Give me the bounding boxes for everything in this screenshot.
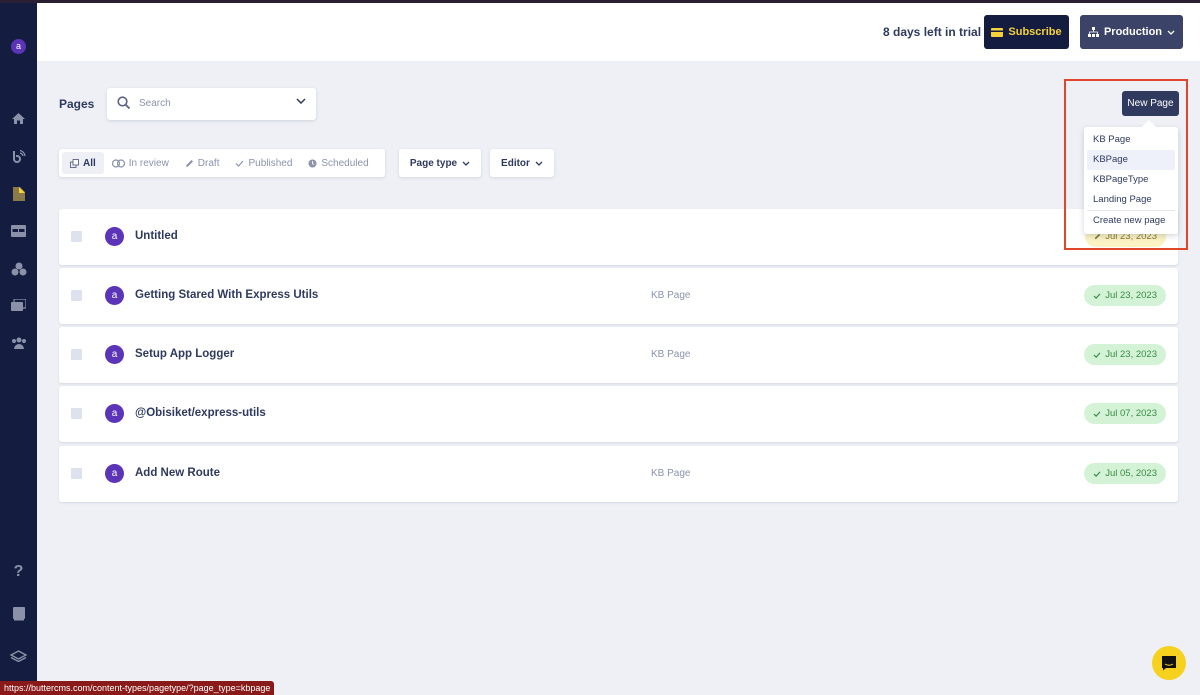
sidebar: a ? xyxy=(0,3,37,695)
environment-dropdown[interactable]: Production xyxy=(1080,15,1183,49)
status-filter-tabs: All In review Draft Published Scheduled xyxy=(59,149,385,177)
table-row[interactable]: a Add New Route KB Page Jul 05, 2023 xyxy=(59,446,1178,502)
page-type-text: KB Page xyxy=(651,290,691,301)
status-badge: Jul 05, 2023 xyxy=(1084,463,1166,484)
tab-draft[interactable]: Draft xyxy=(177,152,228,174)
copy-icon xyxy=(70,158,79,168)
chat-launcher-button[interactable] xyxy=(1152,646,1186,680)
subscribe-button[interactable]: Subscribe xyxy=(984,15,1069,49)
review-icon xyxy=(111,158,125,168)
clock-icon xyxy=(308,159,317,167)
link-preview-statusbar: https://buttercms.com/content-types/page… xyxy=(0,681,275,695)
row-checkbox[interactable] xyxy=(71,468,82,479)
author-avatar: a xyxy=(105,404,124,423)
check-icon xyxy=(1093,292,1101,299)
chevron-down-icon xyxy=(462,161,470,166)
page-title-text[interactable]: @Obisiket/express-utils xyxy=(135,407,266,419)
editor-dropdown[interactable]: Editor xyxy=(490,149,554,177)
search-placeholder: Search xyxy=(139,98,171,109)
layers-icon[interactable] xyxy=(9,646,28,665)
page-title-text[interactable]: Setup App Logger xyxy=(135,348,234,360)
status-badge: Jul 23, 2023 xyxy=(1084,285,1166,306)
collections-icon[interactable] xyxy=(9,221,28,240)
pages-icon[interactable] xyxy=(9,184,28,203)
page-title-text[interactable]: Untitled xyxy=(135,230,178,242)
new-page-menu: KB Page KBPage KBPageType Landing Page C… xyxy=(1084,127,1178,234)
search-input[interactable]: Search xyxy=(107,88,316,120)
home-icon[interactable] xyxy=(9,109,28,128)
tab-scheduled[interactable]: Scheduled xyxy=(300,152,376,174)
tab-all[interactable]: All xyxy=(62,152,104,174)
author-avatar: a xyxy=(105,286,124,305)
media-icon[interactable] xyxy=(9,296,28,315)
tab-in-review[interactable]: In review xyxy=(104,152,177,174)
blog-icon[interactable] xyxy=(9,147,28,166)
menu-item-kbpage[interactable]: KBPage xyxy=(1087,150,1175,170)
menu-item-create-new-page[interactable]: Create new page xyxy=(1087,211,1175,231)
components-icon[interactable] xyxy=(9,259,28,278)
author-avatar: a xyxy=(105,464,124,483)
tab-published[interactable]: Published xyxy=(227,152,300,174)
account-avatar[interactable]: a xyxy=(11,39,26,54)
row-checkbox[interactable] xyxy=(71,290,82,301)
check-icon xyxy=(1093,470,1101,477)
page-title-text[interactable]: Add New Route xyxy=(135,467,220,479)
row-checkbox[interactable] xyxy=(71,349,82,360)
subscribe-label: Subscribe xyxy=(1008,26,1062,38)
sitemap-icon xyxy=(1087,27,1099,37)
help-icon[interactable]: ? xyxy=(9,562,28,581)
check-icon xyxy=(1093,351,1101,358)
menu-item-kbpagetype[interactable]: KBPageType xyxy=(1087,170,1175,190)
table-row[interactable]: a Setup App Logger KB Page Jul 23, 2023 xyxy=(59,327,1178,383)
page-type-text: KB Page xyxy=(651,349,691,360)
author-avatar: a xyxy=(105,227,124,246)
new-page-button[interactable]: New Page xyxy=(1122,91,1179,116)
environment-label: Production xyxy=(1103,26,1163,38)
page-type-dropdown[interactable]: Page type xyxy=(399,149,481,177)
row-checkbox[interactable] xyxy=(71,231,82,242)
check-icon xyxy=(236,160,244,167)
docs-icon[interactable] xyxy=(9,604,28,623)
pencil-icon xyxy=(185,159,193,167)
menu-item-kb-page[interactable]: KB Page xyxy=(1087,130,1175,150)
trial-status: 8 days left in trial xyxy=(883,25,982,39)
top-bar: 8 days left in trial Subscribe Productio… xyxy=(37,3,1200,61)
chat-icon xyxy=(1162,656,1176,671)
page-type-text: KB Page xyxy=(651,468,691,479)
check-icon xyxy=(1093,410,1101,417)
table-row[interactable]: a Getting Stared With Express Utils KB P… xyxy=(59,268,1178,324)
page-title: Pages xyxy=(59,97,95,111)
chevron-down-icon xyxy=(535,161,543,166)
credit-card-icon xyxy=(991,27,1004,37)
menu-item-landing-page[interactable]: Landing Page xyxy=(1087,190,1175,210)
chevron-down-icon[interactable] xyxy=(296,98,306,104)
table-row[interactable]: a Untitled Jul 23, 2023 xyxy=(59,209,1178,265)
row-checkbox[interactable] xyxy=(71,408,82,419)
chevron-down-icon xyxy=(1167,30,1175,35)
page-title-text[interactable]: Getting Stared With Express Utils xyxy=(135,289,318,301)
status-badge: Jul 07, 2023 xyxy=(1084,403,1166,424)
table-row[interactable]: a @Obisiket/express-utils Jul 07, 2023 xyxy=(59,386,1178,442)
status-badge: Jul 23, 2023 xyxy=(1084,344,1166,365)
search-icon xyxy=(117,96,131,110)
author-avatar: a xyxy=(105,345,124,364)
pencil-icon xyxy=(1095,233,1101,240)
users-icon[interactable] xyxy=(9,333,28,352)
